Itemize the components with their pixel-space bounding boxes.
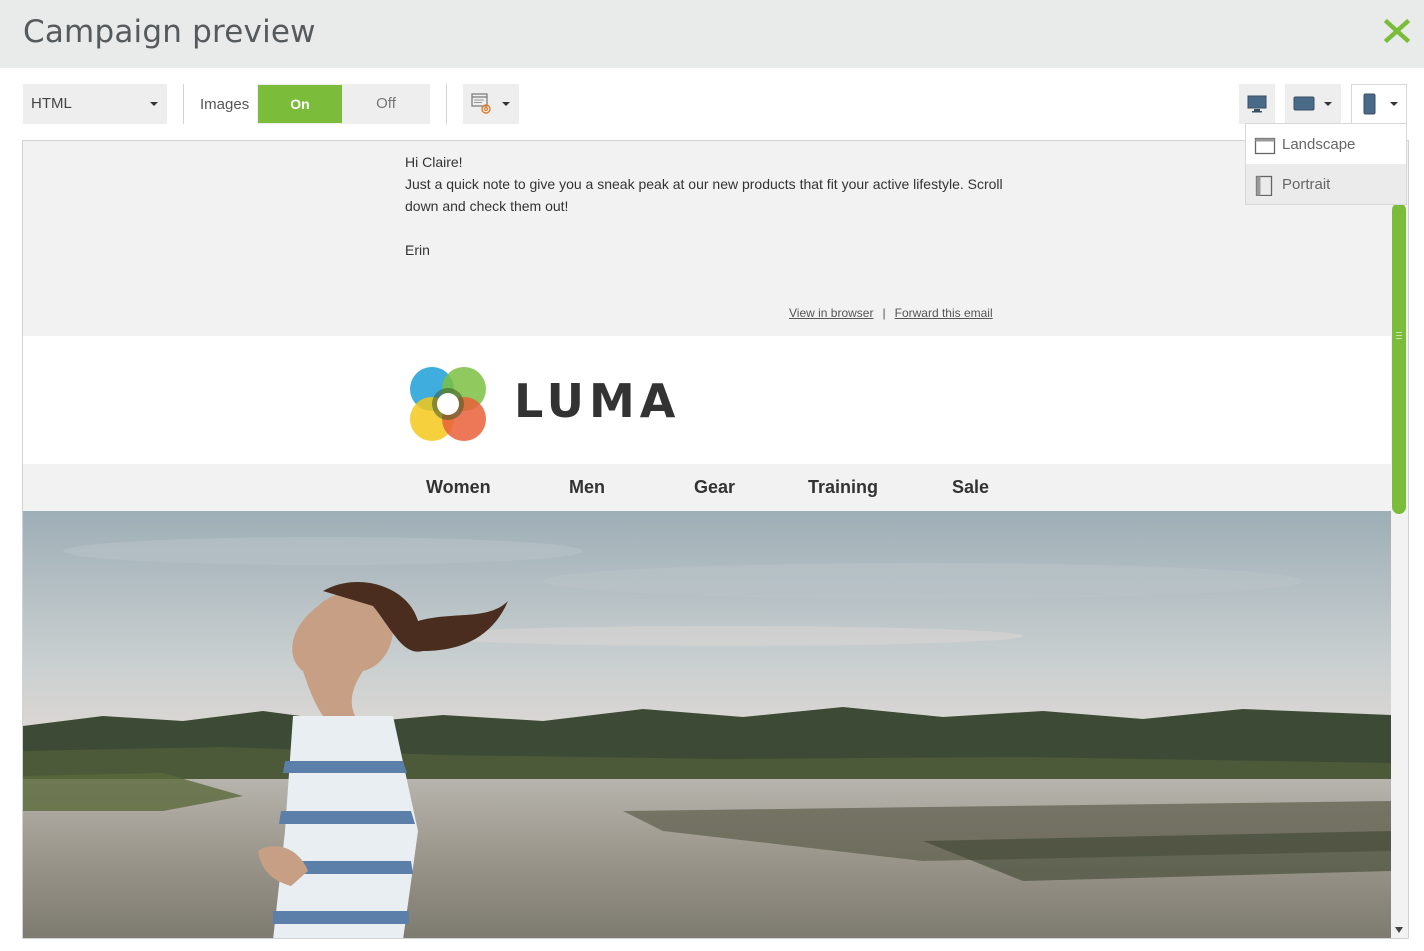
email-preheader: Hi Claire! Just a quick note to give you…	[23, 141, 1391, 336]
tablet-icon	[1293, 96, 1315, 111]
hero-image	[23, 511, 1391, 938]
orientation-portrait-label: Portrait	[1282, 176, 1331, 193]
close-button[interactable]	[1382, 16, 1412, 46]
tablet-view-button[interactable]	[1285, 84, 1341, 124]
nav-gear[interactable]: Gear	[694, 477, 735, 498]
images-toggle[interactable]: On Off	[257, 84, 430, 124]
grip-line	[1396, 335, 1402, 336]
email-utility-links: View in browser | Forward this email	[789, 306, 993, 320]
format-select[interactable]: HTML	[23, 84, 167, 124]
orientation-menu: Landscape Portrait	[1245, 123, 1407, 205]
chevron-down-icon	[502, 102, 510, 106]
scrollbar-thumb[interactable]	[1392, 203, 1406, 514]
email-signoff: Erin	[405, 242, 430, 258]
title-bar: Campaign preview	[0, 0, 1424, 68]
email-intro-text: Just a quick note to give you a sneak pe…	[405, 176, 1003, 214]
chevron-down-icon	[1324, 102, 1332, 106]
link-separator: |	[882, 306, 886, 320]
toolbar-divider	[183, 84, 184, 124]
chevron-down-icon	[150, 102, 158, 106]
forward-email-link[interactable]: Forward this email	[895, 306, 993, 320]
images-on-button[interactable]: On	[258, 85, 342, 123]
luma-logo-icon	[410, 367, 486, 441]
window-title: Campaign preview	[23, 14, 316, 50]
toolbar-divider	[446, 84, 447, 124]
desktop-view-button[interactable]	[1239, 84, 1275, 124]
format-select-value: HTML	[31, 95, 72, 112]
portrait-icon	[1255, 175, 1273, 196]
desktop-icon	[1247, 95, 1267, 113]
images-label: Images	[200, 96, 250, 113]
email-logo-band: LUMA	[23, 336, 1391, 464]
grip-line	[1396, 338, 1402, 339]
scroll-down-arrow-icon[interactable]	[1395, 927, 1403, 933]
view-in-browser-link[interactable]: View in browser	[789, 306, 873, 320]
nav-men[interactable]: Men	[569, 477, 605, 498]
nav-sale[interactable]: Sale	[952, 477, 989, 498]
orientation-landscape-item[interactable]: Landscape	[1246, 124, 1406, 164]
email-client-dropdown[interactable]	[463, 84, 519, 124]
images-off-button[interactable]: Off	[343, 85, 429, 123]
preview-scrollbar[interactable]	[1391, 141, 1408, 938]
orientation-portrait-item[interactable]: Portrait	[1246, 164, 1406, 204]
landscape-icon	[1254, 137, 1276, 155]
email-nav: Women Men Gear Training Sale	[23, 464, 1391, 511]
nav-women[interactable]: Women	[426, 477, 491, 498]
nav-training[interactable]: Training	[808, 477, 878, 498]
grip-line	[1396, 332, 1402, 333]
brand-name: LUMA	[514, 374, 681, 428]
close-x-icon	[1383, 18, 1411, 44]
email-preview-frame: Hi Claire! Just a quick note to give you…	[22, 140, 1409, 939]
phone-icon	[1363, 93, 1376, 115]
email-greeting: Hi Claire!	[405, 154, 463, 170]
chevron-down-icon	[1390, 102, 1398, 106]
orientation-landscape-label: Landscape	[1282, 136, 1356, 153]
phone-view-button[interactable]	[1351, 84, 1407, 124]
preview-toolbar: HTML Images On Off	[0, 68, 1424, 140]
email-client-icon	[471, 93, 491, 114]
hero-photo	[23, 511, 1391, 938]
